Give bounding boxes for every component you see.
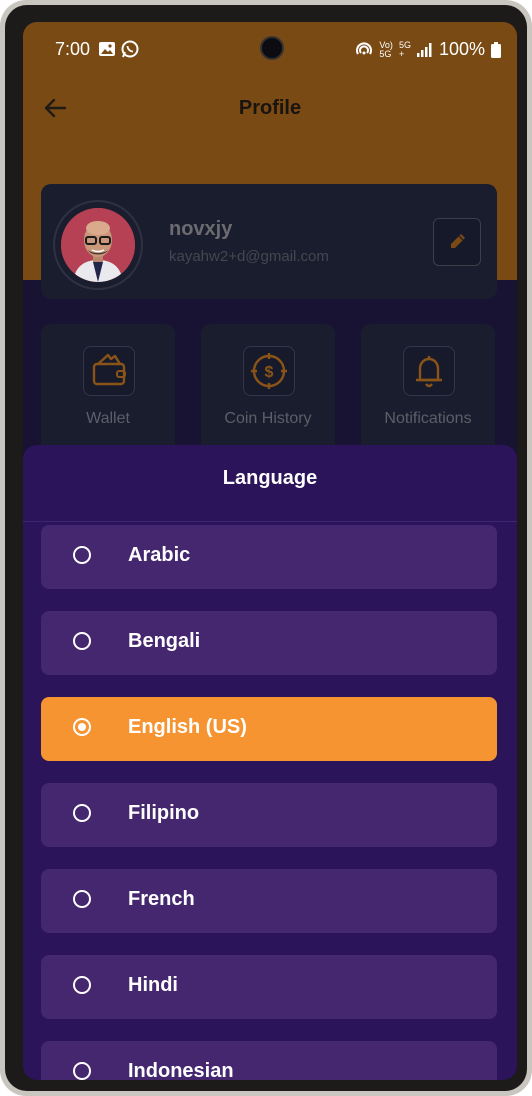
radio-icon (73, 804, 91, 822)
profile-name: novxjy (169, 218, 233, 240)
volte-indicator: Vo) 5G (379, 40, 393, 59)
pencil-icon (451, 234, 465, 248)
page-title: Profile (238, 97, 302, 119)
notifications-label: Notifications (384, 410, 472, 427)
sheet-divider (23, 521, 517, 522)
radio-selected-icon (73, 718, 91, 736)
status-right: Vo) 5G 5G + 100% (355, 39, 501, 60)
coin-history-tile[interactable]: $ Coin History (201, 324, 335, 454)
phone-bezel: 7:00 Vo) 5G 5G + 100% Profile novxjy kay… (5, 5, 527, 1091)
radio-icon (73, 890, 91, 908)
language-label: Bengali (128, 630, 201, 652)
language-bottom-sheet: Language Arabic Bengali English (US) Fil… (23, 445, 517, 1080)
profile-email: kayahw2+d@gmail.com (169, 248, 329, 265)
phone-frame: 7:00 Vo) 5G 5G + 100% Profile novxjy kay… (0, 0, 532, 1096)
status-time: 7:00 (55, 39, 91, 59)
language-label: French (128, 888, 195, 910)
screen: 7:00 Vo) 5G 5G + 100% Profile novxjy kay… (23, 22, 517, 1080)
language-option-arabic[interactable]: Arabic (41, 525, 497, 589)
profile-card: novxjy kayahw2+d@gmail.com (41, 184, 497, 299)
coin-icon: $ (251, 353, 287, 389)
language-label: English (US) (128, 716, 247, 738)
language-label: Indonesian (128, 1060, 234, 1080)
battery-percentage: 100% (438, 39, 485, 59)
radio-icon (73, 632, 91, 650)
svg-text:$: $ (265, 364, 274, 381)
hotspot-icon (356, 41, 373, 55)
bell-icon-box (403, 346, 455, 396)
avatar-illustration (61, 208, 135, 282)
sheet-title: Language (222, 467, 318, 489)
language-label: Arabic (128, 544, 191, 566)
network-type-bottom: + (398, 48, 405, 59)
language-label: Filipino (128, 802, 200, 824)
language-option-indonesian[interactable]: Indonesian (41, 1041, 497, 1080)
language-option-hindi[interactable]: Hindi (41, 955, 497, 1019)
gallery-icon (99, 42, 115, 56)
coin-icon-box: $ (243, 346, 295, 396)
avatar (61, 208, 135, 282)
notifications-tile[interactable]: Notifications (361, 324, 495, 454)
radio-icon (73, 976, 91, 994)
radio-icon (73, 546, 91, 564)
coin-history-label: Coin History (224, 410, 312, 427)
wallet-label: Wallet (86, 410, 130, 427)
edit-profile-button[interactable] (433, 218, 481, 266)
network-type-indicator: 5G + (398, 40, 411, 59)
front-camera (260, 36, 284, 60)
battery-icon (491, 41, 501, 58)
language-option-filipino[interactable]: Filipino (41, 783, 497, 847)
language-option-french[interactable]: French (41, 869, 497, 933)
app-bar: Profile (23, 82, 517, 138)
avatar-frame (53, 200, 143, 290)
wallet-icon (92, 353, 126, 386)
whatsapp-icon (121, 40, 139, 58)
language-label: Hindi (128, 974, 178, 996)
radio-icon (73, 1062, 91, 1080)
language-option-english-us[interactable]: English (US) (41, 697, 497, 761)
signal-icon (416, 42, 432, 57)
volte-bottom: 5G (379, 48, 392, 59)
notification-icons (98, 40, 139, 58)
bell-icon (416, 356, 442, 388)
wallet-tile[interactable]: Wallet (41, 324, 175, 454)
status-bar: 7:00 Vo) 5G 5G + 100% (23, 22, 517, 77)
wallet-icon-box (83, 346, 135, 396)
language-option-bengali[interactable]: Bengali (41, 611, 497, 675)
